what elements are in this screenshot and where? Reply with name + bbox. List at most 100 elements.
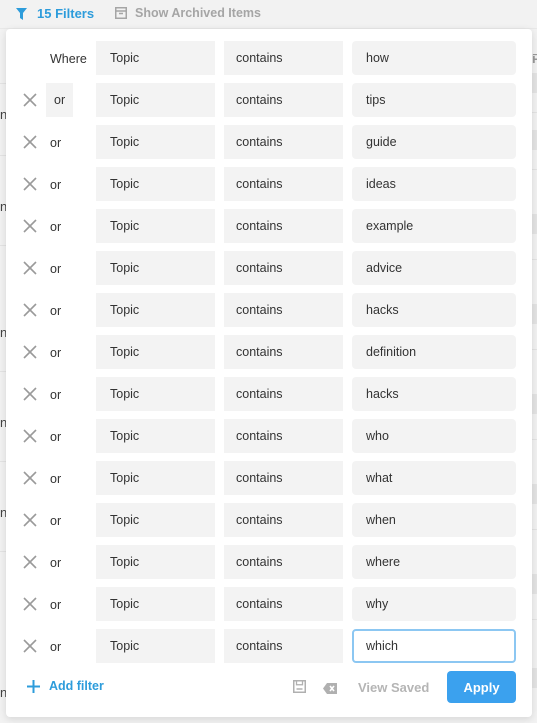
filter-operator-select[interactable]: contains [224,419,343,453]
remove-filter-icon[interactable] [23,639,37,653]
funnel-icon [16,7,27,20]
filter-row: or Topic contains [6,419,532,453]
filter-conjunction: or [50,556,62,570]
filter-operator-select[interactable]: contains [224,251,343,285]
filter-toolbar: 15 Filters Show Archived Items [0,0,537,28]
filter-row: or Topic contains [6,209,532,243]
view-saved-button[interactable]: View Saved [358,680,429,695]
filter-conjunction: or [50,262,62,276]
filter-row: or Topic contains [6,167,532,201]
filter-field-select[interactable]: Topic [96,209,215,243]
filter-field-select[interactable]: Topic [96,461,215,495]
filter-operator-select[interactable]: contains [224,335,343,369]
filter-conjunction: or [50,472,62,486]
filter-row: or Topic contains [6,629,532,663]
remove-filter-icon[interactable] [23,135,37,149]
filter-value-input[interactable] [352,587,516,621]
filter-operator-select[interactable]: contains [224,125,343,159]
bg-cell [532,73,537,93]
filter-row: or Topic contains [6,125,532,159]
filter-operator-select[interactable]: contains [224,377,343,411]
backspace-clear-icon[interactable] [323,681,337,699]
filter-operator-select[interactable]: contains [224,83,343,117]
filter-field-select[interactable]: Topic [96,587,215,621]
filter-value-input[interactable] [352,503,516,537]
remove-filter-icon[interactable] [23,387,37,401]
filter-operator-select[interactable]: contains [224,167,343,201]
filter-operator-select[interactable]: contains [224,209,343,243]
remove-filter-icon[interactable] [23,345,37,359]
filter-value-input[interactable] [352,377,516,411]
remove-filter-icon[interactable] [23,597,37,611]
filter-operator-select[interactable]: contains [224,41,343,75]
bg-row-divider [532,619,537,620]
filter-value-input[interactable] [352,293,516,327]
bg-cell [532,668,537,688]
filter-value-input[interactable] [352,419,516,453]
filter-field-select[interactable]: Topic [96,377,215,411]
floppy-disk-icon[interactable] [293,680,306,698]
filter-value-input[interactable] [352,125,516,159]
filter-operator-select[interactable]: contains [224,629,343,663]
filter-value-input[interactable] [352,251,516,285]
filter-conjunction: or [50,178,62,192]
filters-toggle-button[interactable]: 15 Filters [16,6,94,21]
filter-conjunction[interactable]: or [46,83,73,117]
filter-conjunction: or [50,136,62,150]
plus-icon [27,679,40,693]
bg-row-divider [532,169,537,170]
bg-cell [532,130,537,150]
filter-operator-select[interactable]: contains [224,503,343,537]
filter-value-input[interactable] [352,335,516,369]
bg-row-divider [532,349,537,350]
filter-value-input[interactable] [352,167,516,201]
bg-row-divider [532,529,537,530]
show-archived-button[interactable]: Show Archived Items [115,6,261,20]
remove-filter-icon[interactable] [23,555,37,569]
filter-value-input[interactable] [352,461,516,495]
bg-row-divider [532,55,537,56]
bg-cell [532,214,537,234]
filter-row: or Topic contains [6,335,532,369]
remove-filter-icon[interactable] [23,303,37,317]
filter-field-select[interactable]: Topic [96,419,215,453]
filter-field-select[interactable]: Topic [96,335,215,369]
filter-field-select[interactable]: Topic [96,251,215,285]
filter-operator-select[interactable]: contains [224,545,343,579]
filter-panel-footer: Add filter View Saved Apply [6,669,532,705]
filter-row: or Topic contains [6,587,532,621]
bg-cell [532,304,537,324]
filter-value-input[interactable] [352,629,516,663]
remove-filter-icon[interactable] [23,219,37,233]
filter-field-select[interactable]: Topic [96,293,215,327]
filter-field-select[interactable]: Topic [96,545,215,579]
filter-value-input[interactable] [352,545,516,579]
filter-field-select[interactable]: Topic [96,83,215,117]
filter-value-input[interactable] [352,209,516,243]
filter-operator-select[interactable]: contains [224,461,343,495]
bg-column-header-fragment: P [532,51,537,66]
filter-conjunction: or [50,430,62,444]
remove-filter-icon[interactable] [23,177,37,191]
bg-row-divider [532,439,537,440]
filter-field-select[interactable]: Topic [96,629,215,663]
filter-field-select[interactable]: Topic [96,41,215,75]
filter-value-input[interactable] [352,41,516,75]
filter-field-select[interactable]: Topic [96,503,215,537]
filters-count-label: 15 Filters [37,6,95,21]
add-filter-button[interactable]: Add filter [27,679,104,693]
filter-operator-select[interactable]: contains [224,587,343,621]
remove-filter-icon[interactable] [23,261,37,275]
remove-filter-icon[interactable] [23,93,37,107]
remove-filter-icon[interactable] [23,513,37,527]
filter-value-input[interactable] [352,83,516,117]
apply-button[interactable]: Apply [447,671,516,703]
bg-row-divider [532,112,537,113]
filter-row: or Topic contains [6,545,532,579]
remove-filter-icon[interactable] [23,471,37,485]
filter-operator-select[interactable]: contains [224,293,343,327]
filter-field-select[interactable]: Topic [96,125,215,159]
remove-filter-icon[interactable] [23,429,37,443]
filter-row: Where Topic contains [6,41,532,75]
filter-field-select[interactable]: Topic [96,167,215,201]
